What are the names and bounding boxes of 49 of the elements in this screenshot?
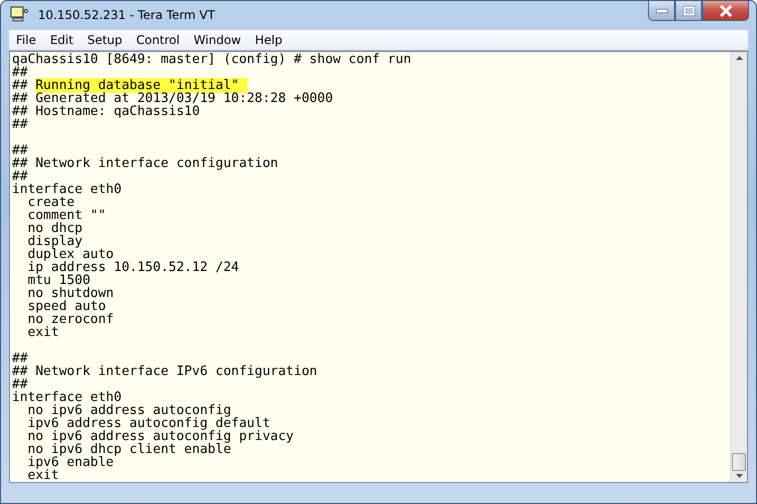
scroll-down-icon[interactable] xyxy=(736,474,742,478)
terminal-line: ## xyxy=(12,66,28,79)
terminal-line: ## xyxy=(12,170,28,183)
terminal-line: no shutdown xyxy=(26,287,115,300)
terminal-line: ## Network interface IPv6 configuration xyxy=(12,365,318,378)
terminal-line: ## Network interface configuration xyxy=(12,157,280,170)
terminal-line: create xyxy=(26,196,75,209)
terminal-line: no ipv6 address autoconfig privacy xyxy=(26,430,295,443)
menu-item[interactable]: Control xyxy=(129,33,187,47)
menu-item[interactable]: Help xyxy=(248,33,290,47)
terminal-line: no ipv6 address autoconfig xyxy=(26,404,232,417)
terminal-icon xyxy=(10,6,28,24)
menu-item[interactable]: Edit xyxy=(43,33,80,47)
terminal-line: comment "" xyxy=(26,209,107,222)
terminal-line: ## xyxy=(12,352,29,365)
terminal-line: no dhcp xyxy=(26,222,84,235)
menu-item[interactable]: Window xyxy=(186,33,248,47)
terminal-line: no zeroconf xyxy=(26,313,115,326)
terminal-line: ## Hostname: qaChassis10 xyxy=(12,105,201,118)
menu-item[interactable]: Setup xyxy=(80,33,130,47)
terminal-line: ip address 10.150.52.12 /24 xyxy=(26,261,240,274)
terminal-line: exit xyxy=(26,326,60,339)
close-button[interactable] xyxy=(702,1,749,21)
menu-item[interactable]: File xyxy=(9,33,44,47)
terminal-line: ## Generated at 2013/03/19 10:28:28 +0000 xyxy=(12,92,334,105)
terminal-line: ## Running database "initial" xyxy=(12,79,730,92)
terminal-line: speed auto xyxy=(26,300,106,313)
terminal-line: duplex auto xyxy=(26,248,115,261)
terminal-line: ipv6 address autoconfig default xyxy=(26,417,270,430)
terminal-line: ipv6 enable xyxy=(26,456,114,469)
terminal-line: qaChassis10 [8649: master] (config) # show conf run xyxy=(12,53,412,66)
terminal-line: interface eth0 xyxy=(12,183,123,196)
terminal-line: display xyxy=(26,235,83,248)
minimize-button[interactable] xyxy=(648,1,675,21)
scroll-up-icon[interactable] xyxy=(736,56,742,60)
terminal-line: ## xyxy=(12,378,28,391)
window-title: 10.150.52.231 - Tera Term VT xyxy=(38,7,215,24)
terminal-line: no ipv6 dhcp client enable xyxy=(26,443,232,456)
terminal-line: ## xyxy=(12,144,29,157)
scroll-thumb[interactable] xyxy=(732,453,746,471)
minimize-icon xyxy=(656,8,668,12)
terminal-line: interface eth0 xyxy=(12,391,122,404)
maximize-button[interactable] xyxy=(675,1,702,21)
close-icon xyxy=(718,4,732,16)
terminal-line: mtu 1500 xyxy=(26,274,90,287)
maximize-icon xyxy=(682,6,694,16)
scrollbar[interactable] xyxy=(730,52,747,482)
terminal-line: exit xyxy=(26,469,60,482)
terminal-line: ## xyxy=(12,118,29,131)
